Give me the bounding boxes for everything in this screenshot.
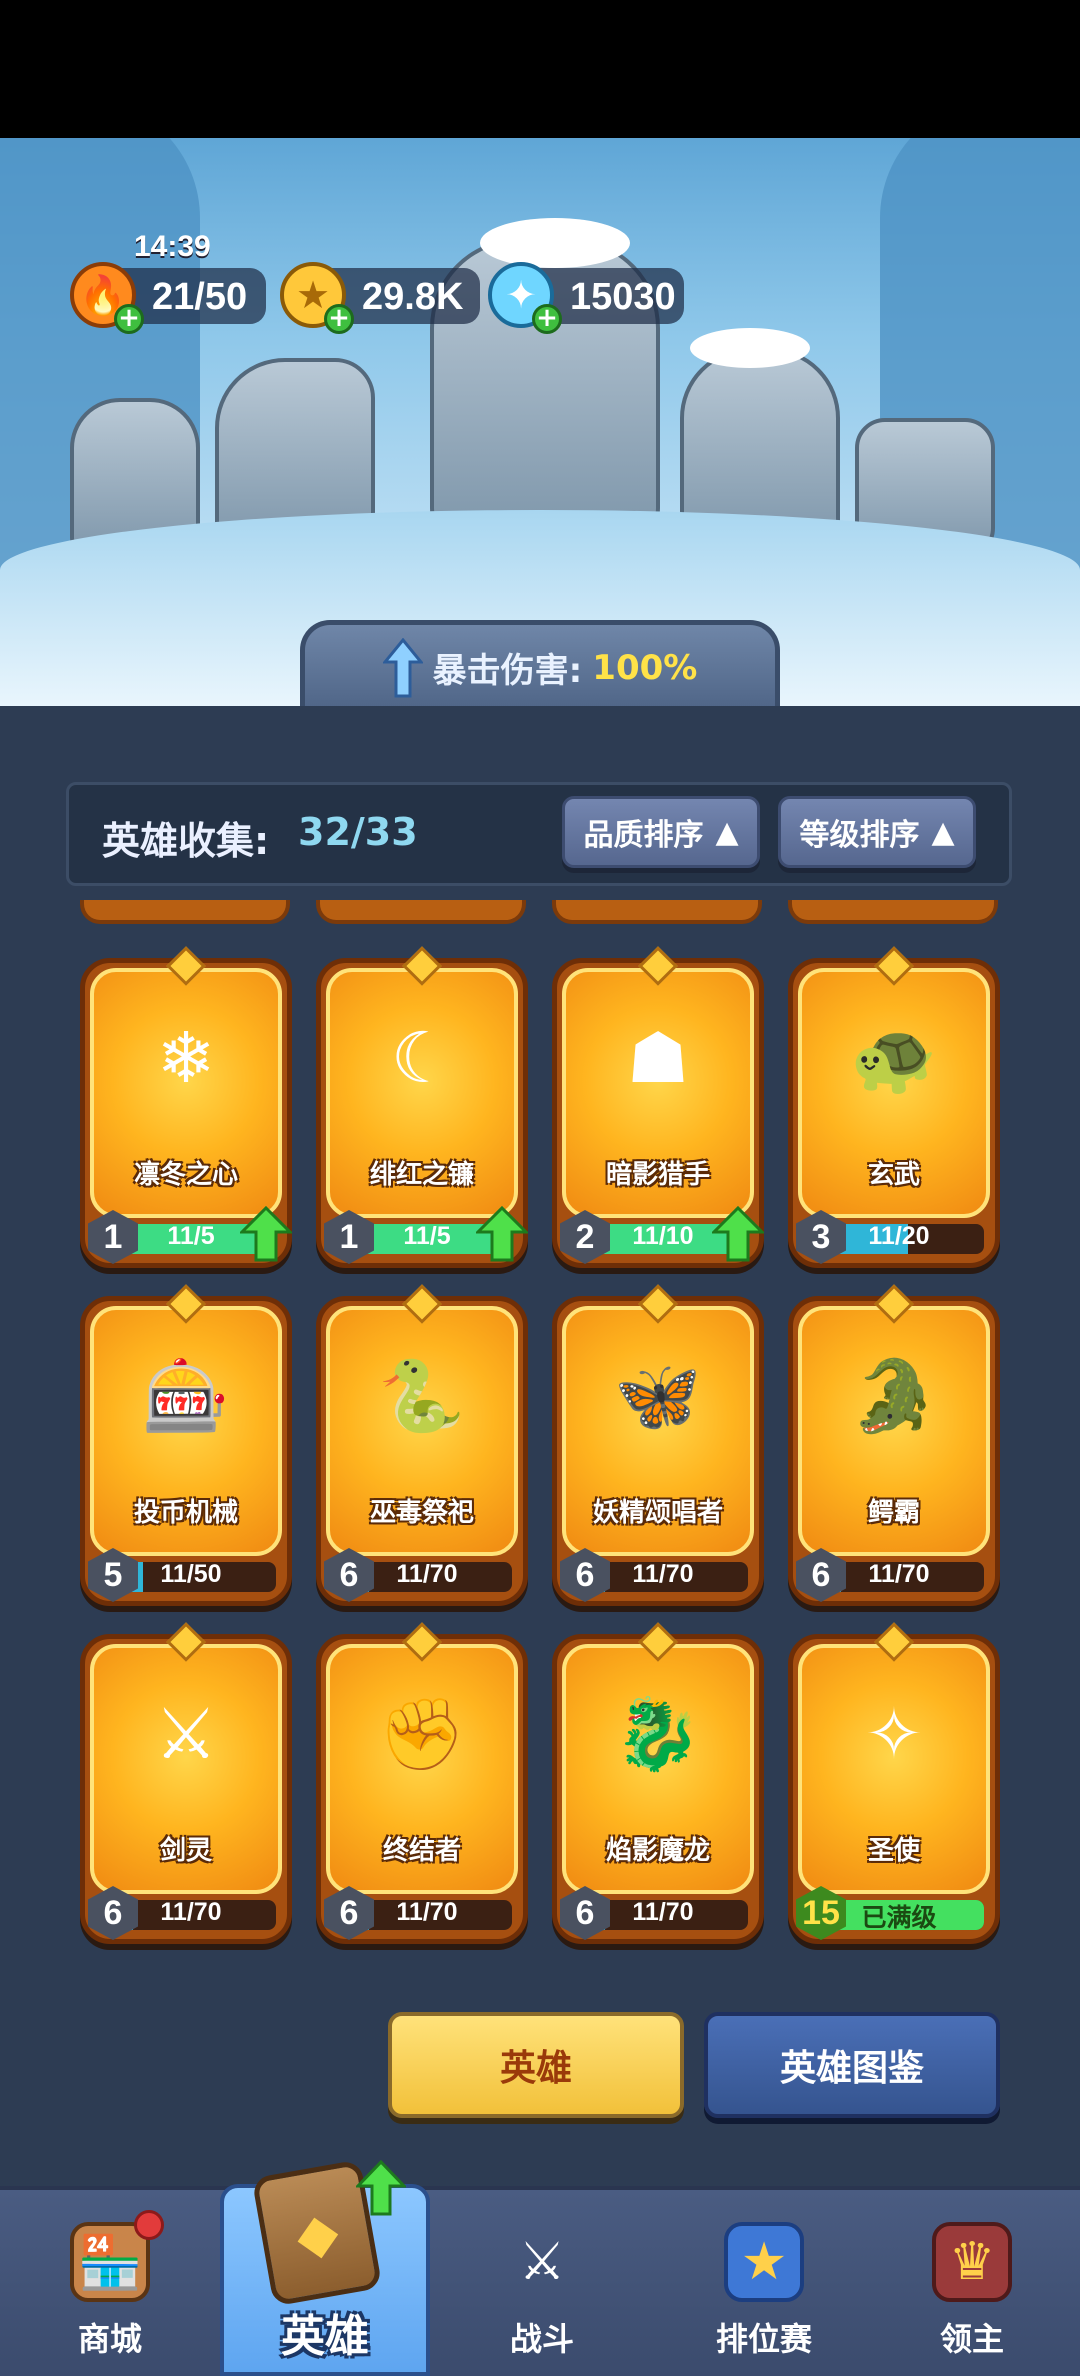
- hero-card[interactable]: ☾ 绯红之镰 11/5 1: [316, 946, 528, 1268]
- hero-card-partial[interactable]: [552, 900, 762, 924]
- hero-name: 鳄霸: [867, 1498, 920, 1528]
- hero-name: 圣使: [867, 1836, 920, 1866]
- gem-counter[interactable]: ✦ + 15030: [488, 262, 684, 334]
- hero-card[interactable]: 🦋 妖精颂唱者 11/70 6: [552, 1284, 764, 1606]
- hero-card[interactable]: 🐢 玄武 11/20 3: [788, 946, 1000, 1268]
- notification-dot-icon: [134, 2210, 164, 2240]
- hero-name: 凛冬之心: [133, 1160, 238, 1190]
- nav-battle-label: 战斗: [509, 2320, 574, 2358]
- hero-card[interactable]: ✧ 圣使 已满级 15: [788, 1622, 1000, 1944]
- shadow-hunter-icon: ☗: [626, 1017, 690, 1099]
- sort-quality-label: 品质排序: [583, 818, 704, 853]
- turtle-icon: 🐢: [850, 1016, 938, 1099]
- hero-level: 2: [575, 1217, 595, 1256]
- sort-level-label: 等级排序: [799, 818, 920, 853]
- hero-card[interactable]: ☗ 暗影猎手 11/10 2: [552, 946, 764, 1268]
- sort-quality-button[interactable]: 品质排序 ▲: [562, 796, 760, 868]
- dragon-icon: 🐉: [614, 1692, 702, 1775]
- hero-name: 巫毒祭祀: [369, 1498, 474, 1528]
- hero-card[interactable]: 🎰 投币机械 11/50 5: [80, 1284, 292, 1606]
- hero-name: 终结者: [382, 1836, 461, 1866]
- hero-level: 6: [811, 1555, 831, 1594]
- hero-level: 6: [339, 1893, 359, 1932]
- nav-ranked-label: 排位赛: [715, 2320, 812, 2358]
- hero-card-partial[interactable]: [788, 900, 998, 924]
- arrow-up-icon: [382, 637, 423, 697]
- hero-name: 焰影魔龙: [605, 1836, 710, 1866]
- hero-level: 1: [103, 1217, 123, 1256]
- shield-star-icon: ★: [724, 2222, 804, 2302]
- angel-icon: ✧: [864, 1693, 924, 1775]
- gold-value: 29.8K: [362, 276, 464, 318]
- crocodile-icon: 🐊: [850, 1354, 938, 1437]
- hero-level: 3: [811, 1217, 831, 1256]
- hero-card[interactable]: ❄ 凛冬之心 11/5 1: [80, 946, 292, 1268]
- voodoo-priestess-icon: 🐍: [378, 1354, 466, 1437]
- hero-level: 6: [575, 1893, 595, 1932]
- energy-value: 21/50: [152, 276, 248, 318]
- gem-value: 15030: [570, 276, 676, 318]
- nav-shop[interactable]: 🏪 商城: [10, 2186, 210, 2376]
- clock: 14:39: [134, 230, 211, 263]
- nav-hero-label: 英雄: [281, 2311, 369, 2362]
- fairy-singer-icon: 🦋: [614, 1354, 702, 1437]
- crit-damage-plaque: 暴击伤害: 100%: [300, 620, 780, 710]
- hero-name: 剑灵: [159, 1836, 212, 1866]
- plus-icon[interactable]: +: [114, 304, 144, 334]
- hero-card[interactable]: ✊ 终结者 11/70 6: [316, 1622, 528, 1944]
- hero-name: 妖精颂唱者: [592, 1498, 723, 1528]
- crit-value: 100%: [592, 647, 698, 688]
- hero-name: 投币机械: [133, 1498, 238, 1528]
- crown-banner-icon: ♛: [932, 2222, 1012, 2302]
- nav-lord-label: 领主: [939, 2320, 1004, 2358]
- snow-icon: [690, 328, 810, 368]
- nav-shop-label: 商城: [77, 2320, 142, 2358]
- upgrade-arrow-icon: [712, 1206, 764, 1262]
- hero-card[interactable]: 🐍 巫毒祭祀 11/70 6: [316, 1284, 528, 1606]
- collection-value: 32/33: [298, 810, 418, 854]
- hero-level: 5: [103, 1555, 123, 1594]
- sort-level-button[interactable]: 等级排序 ▲: [778, 796, 976, 868]
- crossed-swords-icon: ⚔: [518, 2232, 566, 2292]
- hero-card-partial[interactable]: [80, 900, 290, 924]
- hero-name: 绯红之镰: [369, 1160, 474, 1190]
- plus-icon[interactable]: +: [324, 304, 354, 334]
- hero-name: 玄武: [867, 1160, 920, 1190]
- hero-level: 6: [339, 1555, 359, 1594]
- hero-button[interactable]: 英雄: [388, 2012, 684, 2118]
- slot-machine-icon: 🎰: [142, 1354, 230, 1437]
- ice-mage-icon: ❄: [156, 1017, 216, 1099]
- hero-level: 6: [103, 1893, 123, 1932]
- hero-level: 1: [339, 1217, 359, 1256]
- collection-label: 英雄收集:: [102, 819, 270, 863]
- triangle-up-icon: ▲: [715, 814, 739, 850]
- upgrade-arrow-icon: [356, 2160, 406, 2216]
- snow-icon: [480, 218, 630, 268]
- triangle-up-icon: ▲: [931, 814, 955, 850]
- energy-counter[interactable]: 🔥 + 21/50: [70, 262, 266, 334]
- hero-card[interactable]: 🐊 鳄霸 11/70 6: [788, 1284, 1000, 1606]
- terminator-icon: ✊: [378, 1692, 466, 1775]
- upgrade-arrow-icon: [240, 1206, 292, 1262]
- crit-label: 暴击伤害:: [432, 651, 583, 691]
- nav-battle[interactable]: ⚔ 战斗: [442, 2186, 642, 2376]
- hero-card-partial[interactable]: [316, 900, 526, 924]
- upgrade-arrow-icon: [476, 1206, 528, 1262]
- status-bar: [0, 0, 1080, 138]
- plus-icon[interactable]: +: [532, 304, 562, 334]
- hero-card[interactable]: ⚔ 剑灵 11/70 6: [80, 1622, 292, 1944]
- hero-level: 6: [575, 1555, 595, 1594]
- sword-spirit-icon: ⚔: [154, 1693, 218, 1775]
- scythe-demon-icon: ☾: [390, 1017, 454, 1099]
- hero-codex-button[interactable]: 英雄图鉴: [704, 2012, 1000, 2118]
- hero-card[interactable]: 🐉 焰影魔龙 11/70 6: [552, 1622, 764, 1944]
- nav-lord[interactable]: ♛ 领主: [872, 2186, 1072, 2376]
- hero-name: 暗影猎手: [605, 1160, 710, 1190]
- hero-level: 15: [802, 1893, 840, 1932]
- nav-ranked[interactable]: ★ 排位赛: [664, 2186, 864, 2376]
- gold-counter[interactable]: ★ + 29.8K: [280, 262, 480, 334]
